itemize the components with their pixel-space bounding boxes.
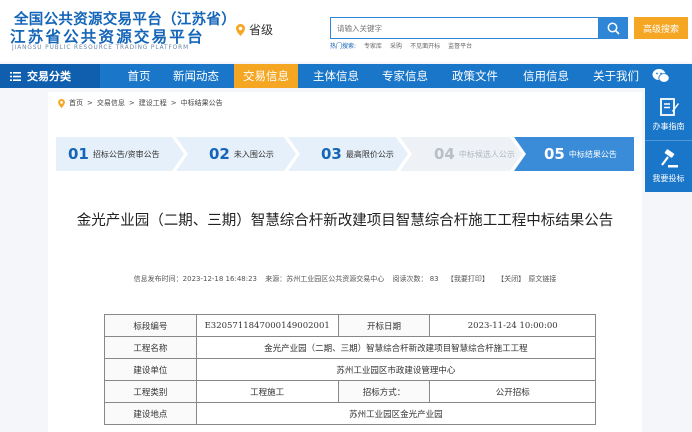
hot-term[interactable]: 专家库	[364, 41, 382, 50]
advanced-search-button[interactable]: 高级搜索	[634, 17, 688, 39]
service-guide-label: 办事指南	[652, 121, 685, 131]
table-key: 建设单位	[104, 358, 197, 381]
bid-info-table: 标段编号 E3205711847000149002001 开标日期 2023-1…	[104, 314, 597, 425]
step-number: 05	[544, 145, 565, 163]
edit-icon	[659, 97, 679, 116]
step-max-price[interactable]: 03 最高限价公示	[321, 137, 394, 171]
breadcrumb-trading-info[interactable]: 交易信息	[97, 98, 125, 108]
hot-search-terms: 热门搜索: 专家库 采购 不见面开标 监督平台	[330, 41, 472, 50]
table-key: 标段编号	[104, 314, 197, 337]
step-number: 01	[68, 145, 89, 163]
table-key: 招标方式：	[337, 380, 431, 403]
breadcrumb-separator: >	[87, 99, 93, 107]
nav-item-trading-info[interactable]: 交易信息	[234, 64, 298, 88]
table-value: E3205711847000149002001	[195, 314, 339, 337]
table-value: 工程施工	[195, 380, 339, 403]
publish-time: 信息发布时间：2023-12-18 16:48:23	[133, 275, 258, 283]
step-tender-notice[interactable]: 01 招标公告/资审公告	[68, 137, 160, 171]
table-value: 金光产业园（二期、三期）智慧综合杆新改建项目智慧综合杆施工工程	[195, 336, 597, 359]
breadcrumb-construction[interactable]: 建设工程	[139, 98, 167, 108]
table-row: 标段编号 E3205711847000149002001 开标日期 2023-1…	[104, 314, 596, 337]
breadcrumb-current: 中标结果公告	[180, 99, 223, 107]
side-float-panel: 办事指南 我要投标	[645, 88, 692, 192]
region-label: 省级	[249, 23, 274, 37]
logo-title-line2[interactable]: 江苏省公共资源交易平台	[10, 25, 205, 47]
original-link[interactable]: 原文链接	[528, 275, 556, 283]
hot-search-label: 热门搜索:	[330, 43, 357, 50]
step-number: 02	[209, 145, 230, 163]
breadcrumb: 首页 > 交易信息 > 建设工程 > 中标结果公告	[58, 98, 223, 108]
table-value: 苏州工业园区市政建设管理中心	[195, 358, 597, 381]
article-title: 金光产业园（二期、三期）智慧综合杆新改建项目智慧综合杆施工工程中标结果公告	[76, 213, 614, 229]
breadcrumb-separator: >	[128, 99, 135, 107]
process-steps: 01 招标公告/资审公告 02 未入围公示 03 最高限价公示 04 中标候选人…	[56, 137, 634, 171]
step-label: 中标结果公告	[568, 149, 617, 159]
region-selector[interactable]: 省级	[236, 21, 273, 38]
main-nav: 交易分类 首页 新闻动态 交易信息 主体信息 专家信息 政策文件 信用信息 关于…	[0, 64, 692, 88]
menu-list-icon	[10, 71, 21, 81]
article-meta: 信息发布时间：2023-12-18 16:48:23 来源：苏州工业园区公共资源…	[48, 274, 642, 284]
category-menu-label: 交易分类	[27, 70, 71, 83]
nav-item-expert-info[interactable]: 专家信息	[374, 64, 436, 88]
location-pin-icon	[58, 98, 65, 108]
nav-item-credit-info[interactable]: 信用信息	[515, 64, 577, 88]
hot-term[interactable]: 采购	[390, 41, 402, 50]
nav-item-entity-info[interactable]: 主体信息	[305, 64, 367, 88]
source: 来源：苏州工业园区公共资源交易中心	[265, 275, 385, 283]
table-value: 2023-11-24 10:00:00	[429, 314, 596, 337]
location-pin-icon	[236, 23, 245, 36]
hot-term[interactable]: 监督平台	[448, 41, 472, 50]
search-button[interactable]	[599, 17, 628, 39]
search-icon	[607, 22, 620, 35]
page: 全国公共资源交易平台（江苏省） 江苏省公共资源交易平台 JIANGSU PUBL…	[0, 0, 692, 432]
step-number: 03	[321, 145, 342, 163]
step-not-shortlisted[interactable]: 02 未入围公示	[209, 137, 274, 171]
breadcrumb-separator: >	[170, 99, 177, 107]
table-key: 工程名称	[104, 336, 197, 359]
table-row: 建设地点 苏州工业园区金光产业园	[104, 402, 597, 425]
breadcrumb-home[interactable]: 首页	[69, 98, 83, 108]
table-key: 建设地点	[104, 402, 197, 425]
step-label: 最高限价公示	[345, 149, 394, 159]
nav-item-policy-docs[interactable]: 政策文件	[444, 64, 506, 88]
table-key: 开标日期	[337, 314, 431, 337]
nav-item-about-us[interactable]: 关于我们	[585, 64, 647, 88]
step-number: 04	[434, 145, 455, 163]
step-award-result[interactable]: 05 中标结果公告	[544, 137, 617, 171]
view-count: 阅读次数： 83	[392, 275, 439, 283]
table-row: 工程名称 金光产业园（二期、三期）智慧综合杆新改建项目智慧综合杆施工工程	[104, 336, 597, 359]
table-key: 工程类别	[104, 380, 197, 403]
hot-term[interactable]: 不见面开标	[410, 41, 440, 50]
bid-now-button[interactable]: 我要投标	[645, 140, 692, 192]
print-link[interactable]: 【我要打印】	[447, 275, 489, 283]
category-menu-button[interactable]: 交易分类	[0, 64, 100, 88]
table-value: 苏州工业园区金光产业园	[195, 402, 597, 425]
logo-english-subtitle: JIANGSU PUBLIC RESOURCE TRADING PLATFORM	[12, 45, 189, 51]
close-link[interactable]: 【关闭】	[497, 275, 525, 283]
step-label: 未入围公示	[233, 149, 274, 159]
table-row: 工程类别 工程施工 招标方式： 公开招标	[104, 380, 596, 403]
bid-now-label: 我要投标	[652, 174, 685, 183]
nav-item-home[interactable]: 首页	[114, 64, 164, 88]
service-guide-button[interactable]: 办事指南	[645, 88, 692, 140]
table-row: 建设单位 苏州工业园区市政建设管理中心	[104, 358, 597, 381]
step-candidate-notice: 04 中标候选人公示	[434, 137, 515, 171]
site-header: 全国公共资源交易平台（江苏省） 江苏省公共资源交易平台 JIANGSU PUBL…	[0, 0, 692, 62]
table-value: 公开招标	[429, 380, 596, 403]
search-input[interactable]	[330, 17, 599, 39]
nav-item-news[interactable]: 新闻动态	[166, 64, 226, 88]
step-label: 招标公告/资审公告	[92, 149, 160, 159]
step-label: 中标候选人公示	[458, 149, 515, 159]
wechat-icon[interactable]	[652, 68, 670, 88]
gavel-icon	[660, 149, 678, 168]
content-panel: 首页 > 交易信息 > 建设工程 > 中标结果公告 01 招标公告/资审公告 0…	[48, 92, 642, 432]
